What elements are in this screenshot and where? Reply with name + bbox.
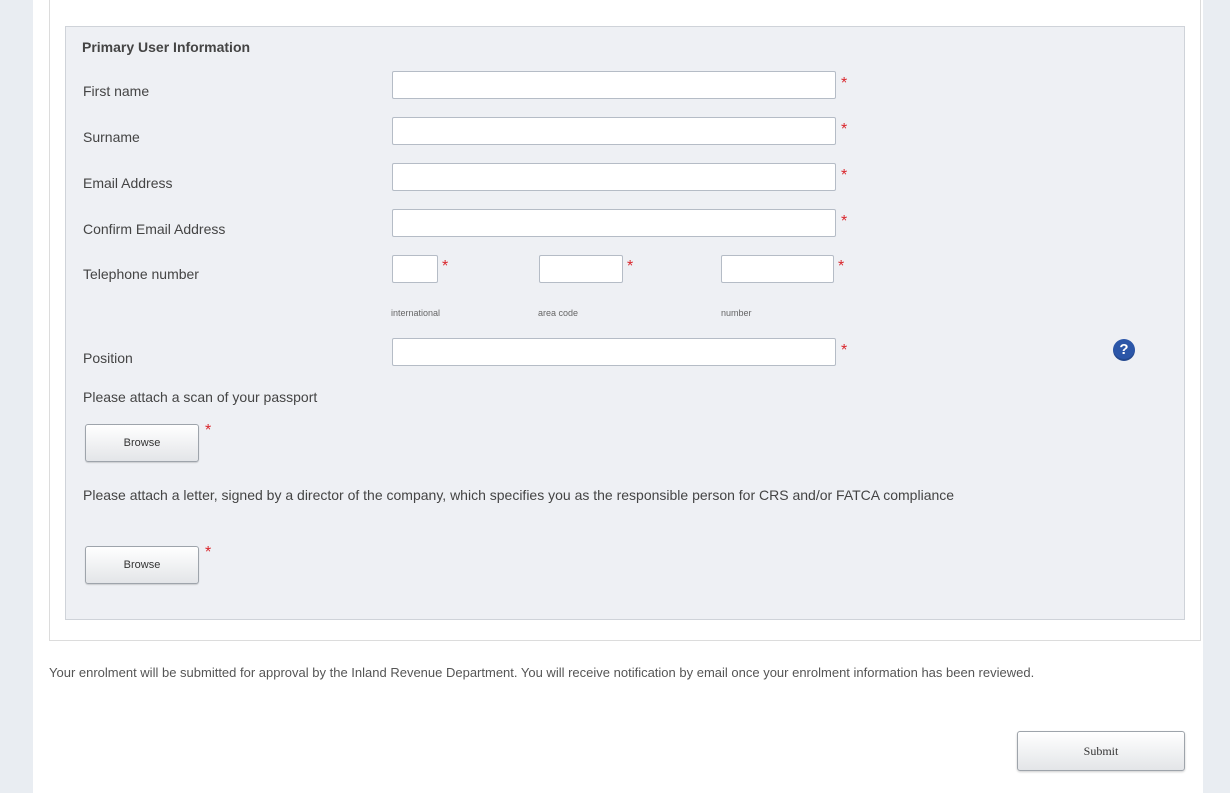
surname-input[interactable] <box>392 117 836 145</box>
required-marker: * <box>205 422 212 439</box>
required-marker: * <box>841 213 848 230</box>
first-name-label: First name <box>83 83 150 99</box>
required-marker: * <box>841 75 848 92</box>
passport-label: Please attach a scan of your passport <box>83 389 318 405</box>
telephone-area-code-caption: area code <box>538 308 579 318</box>
telephone-label: Telephone number <box>83 266 199 282</box>
letter-browse-button[interactable]: Browse <box>85 546 199 584</box>
surname-label: Surname <box>83 129 140 145</box>
required-marker: * <box>205 544 212 561</box>
confirm-email-label: Confirm Email Address <box>83 221 226 237</box>
primary-user-fieldset: Primary User Information First name * Su… <box>65 26 1185 620</box>
required-marker: * <box>838 258 845 275</box>
telephone-international-input[interactable] <box>392 255 438 283</box>
enrolment-notice: Your enrolment will be submitted for app… <box>49 665 1035 680</box>
email-label: Email Address <box>83 175 173 191</box>
confirm-email-input[interactable] <box>392 209 836 237</box>
email-input[interactable] <box>392 163 836 191</box>
question-mark-icon[interactable]: ? <box>1113 339 1135 361</box>
required-marker: * <box>841 342 848 359</box>
telephone-area-code-input[interactable] <box>539 255 623 283</box>
telephone-number-input[interactable] <box>721 255 834 283</box>
telephone-number-caption: number <box>721 308 752 318</box>
position-input[interactable] <box>392 338 836 366</box>
form-panel: Primary User Information First name * Su… <box>49 0 1201 641</box>
telephone-international-caption: international <box>391 308 441 318</box>
required-marker: * <box>627 258 634 275</box>
letter-label: Please attach a letter, signed by a dire… <box>83 487 955 503</box>
section-title: Primary User Information <box>82 39 251 55</box>
position-label: Position <box>83 350 133 366</box>
required-marker: * <box>841 167 848 184</box>
first-name-input[interactable] <box>392 71 836 99</box>
page: Primary User Information First name * Su… <box>33 0 1203 793</box>
required-marker: * <box>442 258 449 275</box>
submit-button[interactable]: Submit <box>1017 731 1185 771</box>
passport-browse-button[interactable]: Browse <box>85 424 199 462</box>
required-marker: * <box>841 121 848 138</box>
